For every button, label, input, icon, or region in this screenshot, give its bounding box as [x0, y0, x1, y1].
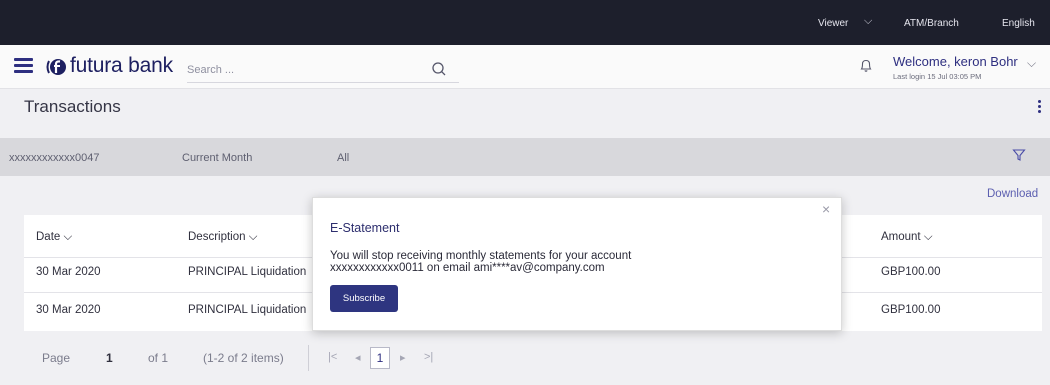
- e-statement-modal: E-Statement × You will stop receiving mo…: [312, 197, 842, 331]
- current-page-input[interactable]: 1: [106, 351, 113, 365]
- page-count: of 1: [148, 351, 169, 365]
- column-header-description[interactable]: Description ⌵: [188, 231, 257, 244]
- row-2-amount: GBP100.00: [881, 304, 941, 316]
- modal-message-line-1: You will stop receiving monthly statemen…: [330, 250, 632, 262]
- modal-message-line-2: xxxxxxxxxxxx0011 on email ami****av@comp…: [330, 262, 605, 274]
- brand-name: futura bank: [70, 54, 173, 77]
- prev-page-icon[interactable]: ◂: [355, 351, 361, 364]
- pagination: Page 1 of 1 (1-2 of 2 items) |< ◂ 1 ▸ >|: [24, 341, 1042, 375]
- filter-type[interactable]: All: [337, 152, 349, 164]
- column-header-date[interactable]: Date ⌵: [36, 231, 72, 244]
- filter-account[interactable]: xxxxxxxxxxxx0047: [9, 152, 99, 164]
- row-1-description: PRINCIPAL Liquidation: [188, 266, 307, 278]
- page-label: Page: [42, 351, 71, 365]
- modal-title: E-Statement: [330, 221, 400, 235]
- sort-chevron-icon[interactable]: ⌵: [924, 231, 933, 243]
- items-info: (1-2 of 2 items): [203, 351, 284, 365]
- viewer-label[interactable]: Viewer: [818, 18, 848, 29]
- row-2-date: 30 Mar 2020: [36, 304, 101, 316]
- search-placeholder: Search ...: [187, 64, 235, 76]
- row-1-amount: GBP100.00: [881, 266, 941, 278]
- download-link[interactable]: Download: [987, 188, 1038, 200]
- brand-logo-icon: [46, 59, 66, 75]
- filter-icon[interactable]: [1012, 148, 1026, 162]
- row-2-description: PRINCIPAL Liquidation: [188, 304, 307, 316]
- page-title: Transactions: [24, 97, 121, 116]
- filter-bar: xxxxxxxxxxxx0047 Current Month All: [0, 138, 1050, 176]
- notification-bell-icon[interactable]: [858, 57, 874, 73]
- pager-divider: [308, 345, 309, 371]
- last-page-icon[interactable]: >|: [424, 351, 433, 363]
- last-login-text: Last login 15 Jul 03:05 PM: [893, 72, 982, 81]
- row-1-date: 30 Mar 2020: [36, 266, 101, 278]
- sort-chevron-icon[interactable]: ⌵: [249, 231, 258, 243]
- user-menu-chevron-icon[interactable]: ⌵: [1027, 56, 1036, 71]
- column-header-amount[interactable]: Amount ⌵: [881, 231, 933, 244]
- search-input[interactable]: Search ...: [187, 59, 459, 83]
- subscribe-button[interactable]: Subscribe: [330, 285, 398, 312]
- chevron-down-icon[interactable]: ⌵: [864, 15, 872, 28]
- next-page-icon[interactable]: ▸: [400, 351, 406, 364]
- close-icon[interactable]: ×: [822, 201, 830, 217]
- language-selector[interactable]: English: [1002, 18, 1035, 29]
- atm-branch-link[interactable]: ATM/Branch: [904, 18, 959, 29]
- page-number-button[interactable]: 1: [370, 347, 390, 369]
- first-page-icon[interactable]: |<: [328, 351, 337, 363]
- filter-period[interactable]: Current Month: [182, 152, 252, 164]
- sort-chevron-icon[interactable]: ⌵: [64, 231, 73, 243]
- menu-icon[interactable]: [14, 58, 33, 74]
- more-options-icon[interactable]: [1038, 100, 1042, 114]
- search-icon[interactable]: [431, 61, 447, 77]
- top-bar: Viewer ⌵ ATM/Branch English: [0, 0, 1050, 45]
- welcome-user[interactable]: Welcome, keron Bohr: [893, 54, 1018, 69]
